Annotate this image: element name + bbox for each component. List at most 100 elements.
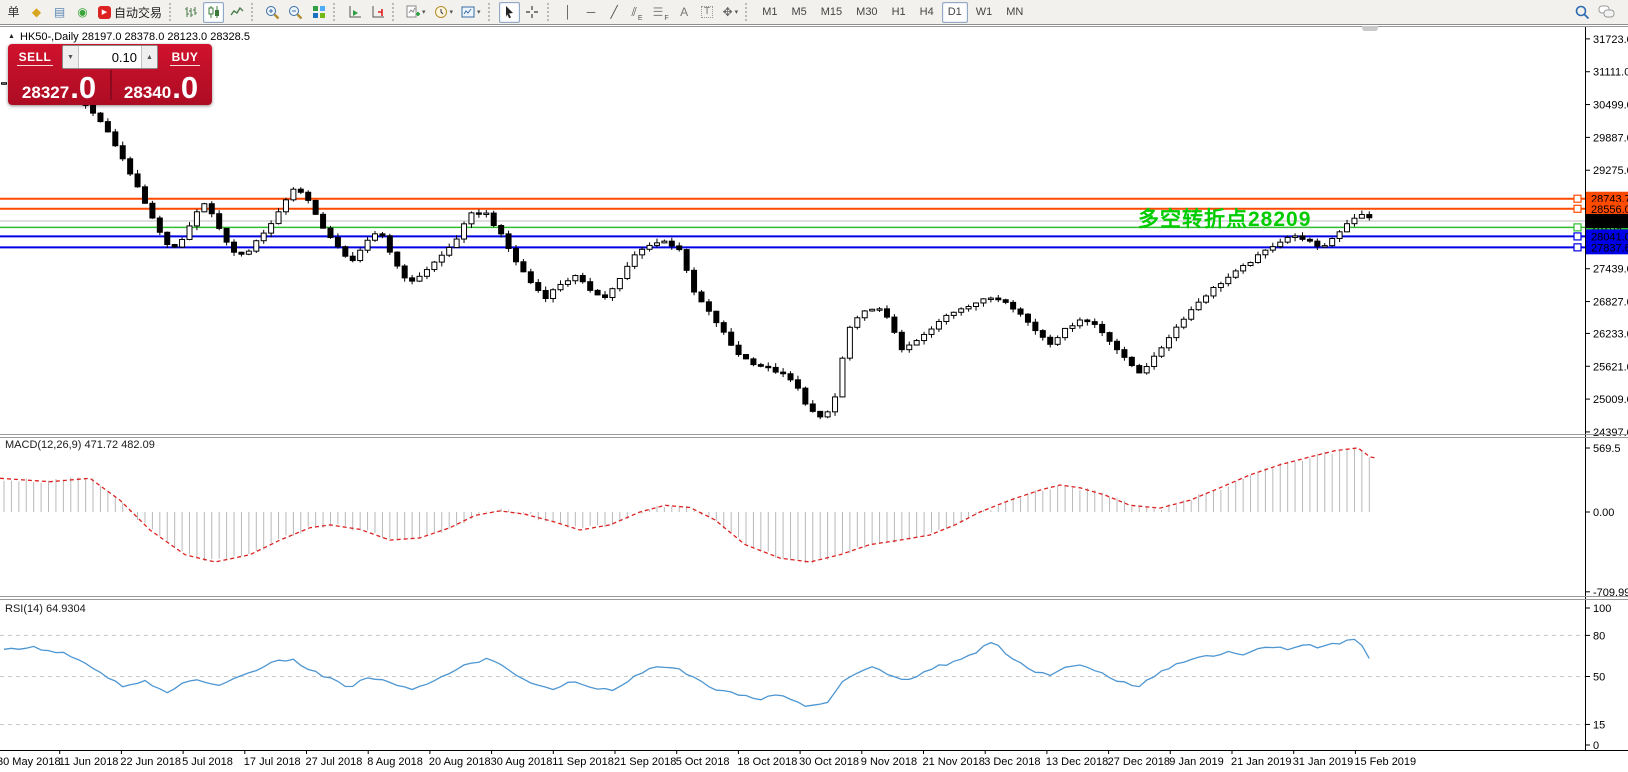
toolbar-group-scroll xyxy=(343,2,389,23)
svg-text:15 Feb 2019: 15 Feb 2019 xyxy=(1354,756,1416,768)
trendline-icon[interactable]: ╱ xyxy=(604,2,625,23)
periods-icon[interactable]: ▾ xyxy=(431,2,457,23)
timeframe-m1[interactable]: M1 xyxy=(756,2,783,23)
mt4-window: 31723.031111.030499.029887.029275.027439… xyxy=(0,0,1628,772)
svg-text:15: 15 xyxy=(1593,719,1605,731)
svg-text:28556.0: 28556.0 xyxy=(1591,204,1628,216)
svg-text:29887.0: 29887.0 xyxy=(1593,132,1628,144)
svg-text:21 Sep 2018: 21 Sep 2018 xyxy=(614,756,676,768)
toolbar-group-chart-type xyxy=(179,2,248,23)
svg-text:27439.0: 27439.0 xyxy=(1593,264,1628,276)
timeframe-w1[interactable]: W1 xyxy=(970,2,999,23)
signal-icon[interactable]: ◉ xyxy=(72,2,93,23)
toolbar-group-objects: ▾▾▾ xyxy=(402,2,485,23)
svg-text:25621.0: 25621.0 xyxy=(1593,361,1628,373)
data-window-icon[interactable]: ▤ xyxy=(49,2,70,23)
equidistant-channel-icon[interactable]: ⫽E xyxy=(627,2,648,23)
chat-icon[interactable] xyxy=(1595,2,1619,23)
zoom-in-icon[interactable] xyxy=(262,2,283,23)
toolbar-separator xyxy=(169,3,175,21)
auto-scroll-icon[interactable] xyxy=(344,2,365,23)
svg-text:28328.5: 28328.5 xyxy=(1591,216,1628,228)
new-order-button[interactable]: 单 xyxy=(3,2,24,23)
sell-button[interactable]: SELL xyxy=(8,50,62,64)
collapse-icon[interactable]: ▲ xyxy=(8,33,15,40)
chart-canvas[interactable]: 31723.031111.030499.029887.029275.027439… xyxy=(0,0,1628,772)
macd-indicator-label: MACD(12,26,9) 471.72 482.09 xyxy=(5,439,155,451)
templates-icon[interactable]: ▾ xyxy=(458,2,484,23)
toolbar-group-right xyxy=(1570,2,1620,23)
toolbar-separator xyxy=(488,3,494,21)
svg-text:17 Jul 2018: 17 Jul 2018 xyxy=(244,756,301,768)
svg-text:27 Jul 2018: 27 Jul 2018 xyxy=(306,756,363,768)
svg-text:25009.0: 25009.0 xyxy=(1593,394,1628,406)
svg-text:27837.6: 27837.6 xyxy=(1591,242,1628,254)
volume-decrease-button[interactable]: ▼ xyxy=(63,46,79,68)
toolbar-group-draw: │─╱⫽E☰FAT✥▾ xyxy=(557,2,743,23)
svg-text:8 Aug 2018: 8 Aug 2018 xyxy=(367,756,423,768)
svg-text:30 Aug 2018: 30 Aug 2018 xyxy=(491,756,553,768)
toolbar: 单◆▤◉▶自动交易▾▾▾│─╱⫽E☰FAT✥▾M1M5M15M30H1H4D1W… xyxy=(0,0,1628,25)
svg-text:31111.0: 31111.0 xyxy=(1593,67,1628,79)
autotrading-button[interactable]: ▶自动交易 xyxy=(95,2,165,23)
timeframe-m5[interactable]: M5 xyxy=(785,2,812,23)
toolbar-separator xyxy=(392,3,398,21)
svg-text:100: 100 xyxy=(1593,603,1611,615)
toolbar-separator xyxy=(745,3,751,21)
fibonacci-icon[interactable]: ☰F xyxy=(650,2,672,23)
svg-text:27 Dec 2018: 27 Dec 2018 xyxy=(1108,756,1170,768)
market-watch-icon[interactable]: ◆ xyxy=(26,2,47,23)
toolbar-group-zoom xyxy=(261,2,330,23)
line-chart-icon[interactable] xyxy=(226,2,247,23)
toolbar-group-timeframes: M1M5M15M30H1H4D1W1MN xyxy=(755,2,1030,23)
timeframe-m15[interactable]: M15 xyxy=(815,2,848,23)
timeframe-mn[interactable]: MN xyxy=(1000,2,1029,23)
search-icon[interactable] xyxy=(1571,2,1593,23)
one-click-trading-panel: SELL ▼ ▲ BUY 28327.0 28340.0 xyxy=(8,44,212,105)
volume-stepper: ▼ ▲ xyxy=(62,45,158,69)
timeframe-h1[interactable]: H1 xyxy=(886,2,912,23)
svg-text:80: 80 xyxy=(1593,630,1605,642)
svg-text:18 Oct 2018: 18 Oct 2018 xyxy=(737,756,797,768)
crosshair-icon[interactable] xyxy=(522,2,543,23)
indicators-icon[interactable]: ▾ xyxy=(403,2,429,23)
timeframe-d1[interactable]: D1 xyxy=(942,2,968,23)
svg-text:31723.0: 31723.0 xyxy=(1593,34,1628,46)
svg-text:50: 50 xyxy=(1593,672,1605,684)
svg-text:21 Nov 2018: 21 Nov 2018 xyxy=(923,756,985,768)
svg-text:13 Dec 2018: 13 Dec 2018 xyxy=(1046,756,1108,768)
vertical-line-icon[interactable]: │ xyxy=(558,2,579,23)
svg-text:22 Jun 2018: 22 Jun 2018 xyxy=(120,756,181,768)
bar-chart-icon[interactable] xyxy=(180,2,201,23)
svg-text:3 Dec 2018: 3 Dec 2018 xyxy=(984,756,1040,768)
cursor-icon[interactable] xyxy=(499,2,520,23)
svg-text:5 Oct 2018: 5 Oct 2018 xyxy=(676,756,730,768)
text-icon[interactable]: A xyxy=(674,2,695,23)
arrows-icon[interactable]: ✥▾ xyxy=(720,2,742,23)
timeframe-h4[interactable]: H4 xyxy=(914,2,940,23)
text-label-icon[interactable]: T xyxy=(697,2,718,23)
toolbar-separator xyxy=(251,3,257,21)
volume-input[interactable] xyxy=(79,46,141,68)
svg-text:26233.0: 26233.0 xyxy=(1593,328,1628,340)
svg-text:26827.0: 26827.0 xyxy=(1593,297,1628,309)
svg-text:0.00: 0.00 xyxy=(1593,507,1614,519)
sell-price[interactable]: 28327.0 xyxy=(8,70,110,104)
horizontal-line-icon[interactable]: ─ xyxy=(581,2,602,23)
timeframe-m30[interactable]: M30 xyxy=(850,2,883,23)
autotrading-icon: ▶ xyxy=(98,6,111,19)
toolbar-group-cursor xyxy=(498,2,544,23)
chart-annotation-text[interactable]: 多空转折点28209 xyxy=(1138,203,1311,233)
svg-text:21 Jan 2019: 21 Jan 2019 xyxy=(1231,756,1292,768)
chart-shift-icon[interactable] xyxy=(367,2,388,23)
window-grip[interactable] xyxy=(1362,26,1378,31)
buy-price[interactable]: 28340.0 xyxy=(110,70,212,104)
svg-text:30499.0: 30499.0 xyxy=(1593,100,1628,112)
volume-increase-button[interactable]: ▲ xyxy=(141,46,157,68)
svg-text:-709.99: -709.99 xyxy=(1593,587,1628,599)
toolbar-separator xyxy=(547,3,553,21)
tile-windows-icon[interactable] xyxy=(308,2,329,23)
candlestick-chart-icon[interactable] xyxy=(203,2,224,23)
buy-button[interactable]: BUY xyxy=(158,50,212,64)
zoom-out-icon[interactable] xyxy=(285,2,306,23)
